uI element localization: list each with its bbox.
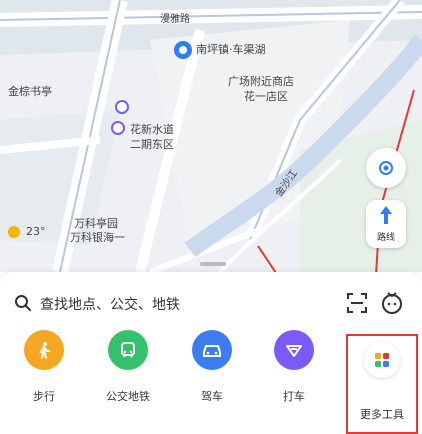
mode-walk-label: 步行 — [33, 390, 55, 403]
mode-drive[interactable]: 驾车 — [182, 330, 242, 404]
poi-pin-area: 广场附近商店 — [228, 75, 294, 88]
bottom-sheet: 查找地点、公交、地铁 步行 公交地铁 驾车 打车 更多工具 — [0, 262, 422, 434]
travel-modes: 步行 公交地铁 驾车 打车 更多工具 — [0, 330, 422, 434]
search-input[interactable]: 查找地点、公交、地铁 — [40, 294, 180, 314]
search-icon — [15, 295, 31, 311]
route-button[interactable]: 路线 — [366, 200, 406, 248]
map-layer — [0, 0, 422, 272]
walk-icon — [24, 330, 64, 370]
mode-transit-label: 公交地铁 — [106, 390, 150, 403]
car-icon — [192, 330, 232, 370]
app-root: 漫雅路 南坪镇·车渠湖 广场附近商店 花一店区 金棕书亭 花新水道 二期东区 金… — [0, 0, 422, 434]
search-row[interactable]: 查找地点、公交、地铁 — [0, 282, 422, 326]
poi-pin-name[interactable]: 南坪镇·车渠湖 — [196, 43, 266, 57]
mode-drive-label: 驾车 — [201, 390, 223, 403]
grid-icon — [364, 342, 400, 378]
poi-pin-sub: 花一店区 — [244, 90, 288, 103]
locate-button[interactable] — [366, 148, 406, 188]
road-label-top: 漫雅路 — [160, 14, 190, 25]
weather-temp[interactable]: 23° — [26, 225, 46, 239]
mode-transit[interactable]: 公交地铁 — [98, 330, 158, 404]
mode-taxi-label: 打车 — [283, 390, 305, 403]
weather-sub: 万科银海一 — [70, 231, 125, 244]
poi-left-name: 金棕书亭 — [8, 85, 52, 98]
map-canvas[interactable]: 漫雅路 南坪镇·车渠湖 广场附近商店 花一店区 金棕书亭 花新水道 二期东区 金… — [0, 0, 422, 272]
bus-icon — [108, 330, 148, 370]
mode-walk[interactable]: 步行 — [14, 330, 74, 404]
route-label: 路线 — [376, 233, 395, 243]
route-arrow-icon — [380, 206, 392, 224]
voice-assistant-icon[interactable] — [380, 291, 404, 315]
poi-left2: 花新水道 — [130, 123, 174, 136]
scan-icon[interactable] — [346, 292, 368, 314]
more-tools-label: 更多工具 — [360, 408, 404, 421]
mode-taxi[interactable]: 打车 — [264, 330, 324, 404]
taxi-icon — [274, 330, 314, 370]
weather-place: 万科亭园 — [74, 217, 118, 230]
locate-icon — [379, 161, 393, 175]
more-tools-button[interactable]: 更多工具 — [346, 334, 418, 434]
poi-left3: 二期东区 — [130, 138, 174, 151]
sheet-handle[interactable] — [200, 262, 226, 266]
